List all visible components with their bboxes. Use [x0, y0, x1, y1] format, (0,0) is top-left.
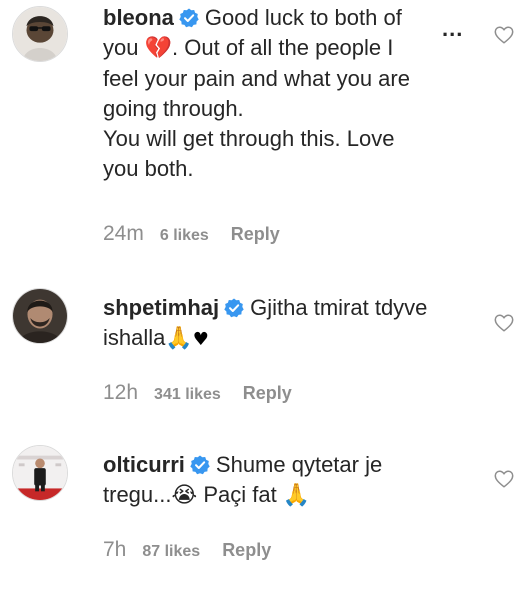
avatar-image — [13, 289, 67, 343]
broken-heart-emoji: 💔 — [144, 36, 173, 61]
crying-face-emoji: 😭 — [171, 483, 198, 508]
avatar-image — [13, 446, 67, 500]
comment-line: Good luck to both of — [204, 5, 402, 30]
comment-line: going through. — [103, 96, 244, 121]
comment-line: You will get through this. Love — [103, 126, 395, 151]
username[interactable]: shpetimhaj — [103, 295, 219, 320]
comment-meta: 24m 6 likes Reply — [103, 222, 280, 246]
comment-line: you both. — [103, 156, 194, 181]
comment-meta: 7h 87 likes Reply — [103, 538, 271, 562]
reply-button[interactable]: Reply — [222, 540, 271, 561]
reply-button[interactable]: Reply — [243, 383, 292, 404]
avatar[interactable] — [12, 6, 68, 62]
comment-line: . Out of all the people I — [172, 35, 394, 60]
likes-count[interactable]: 341 likes — [154, 386, 221, 404]
comment-line: Shume qytetar je — [215, 452, 383, 477]
likes-count[interactable]: 6 likes — [160, 227, 209, 245]
more-options-icon[interactable]: ... — [442, 16, 463, 42]
comment-line: tregu... — [103, 482, 172, 507]
comment-line: feel your pain and what you are — [103, 66, 410, 91]
verified-badge-icon — [179, 8, 199, 28]
verified-badge-icon — [190, 455, 210, 475]
black-heart-emoji: ♥ — [192, 329, 209, 350]
comment-shpetimhaj: shpetimhaj Gjitha tmirat tdyve ishalla🙏♥ … — [0, 280, 527, 430]
comment-text: bleona Good luck to both of you 💔. Out of… — [103, 3, 443, 184]
comment-text: shpetimhaj Gjitha tmirat tdyve ishalla🙏♥ — [103, 293, 483, 355]
verified-badge-icon — [224, 298, 244, 318]
comment-olticurri: olticurri Shume qytetar je tregu...😭 Paçi… — [0, 440, 527, 590]
comment-text: olticurri Shume qytetar je tregu...😭 Paçi… — [103, 450, 483, 511]
avatar[interactable] — [12, 288, 68, 344]
timestamp: 24m — [103, 222, 144, 245]
timestamp: 12h — [103, 381, 139, 404]
avatar[interactable] — [12, 445, 68, 501]
comment-bleona: bleona Good luck to both of you 💔. Out of… — [0, 0, 527, 270]
timestamp: 7h — [103, 538, 127, 561]
heart-outline-icon[interactable] — [493, 24, 515, 46]
avatar-image — [13, 7, 67, 61]
heart-outline-icon[interactable] — [493, 312, 515, 334]
likes-count[interactable]: 87 likes — [142, 543, 200, 561]
username[interactable]: olticurri — [103, 452, 185, 477]
comment-meta: 12h 341 likes Reply — [103, 381, 292, 405]
comment-line: Paçi fat — [203, 482, 277, 507]
reply-button[interactable]: Reply — [231, 224, 280, 245]
comment-line: ishalla — [103, 325, 166, 350]
praying-hands-emoji: 🙏 — [282, 483, 311, 508]
comment-line: you — [103, 35, 139, 60]
praying-hands-emoji: 🙏 — [165, 326, 193, 351]
comment-line: Gjitha tmirat tdyve — [250, 295, 428, 320]
heart-outline-icon[interactable] — [493, 468, 515, 490]
username[interactable]: bleona — [103, 5, 174, 30]
